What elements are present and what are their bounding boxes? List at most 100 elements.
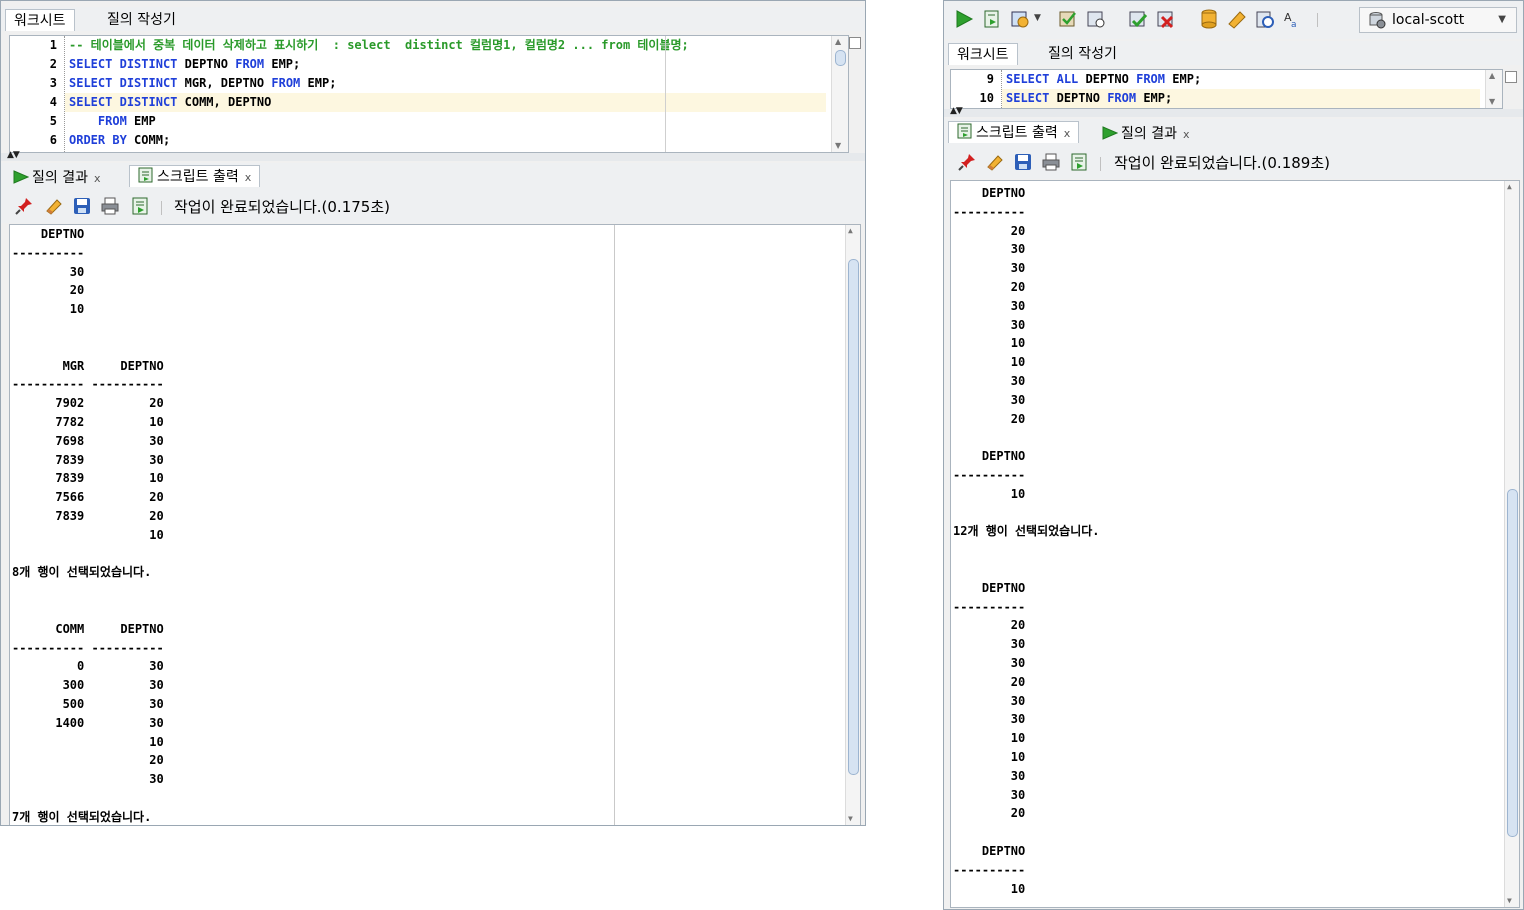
scroll-down-icon[interactable]: ▼ [1489, 97, 1495, 107]
autotrace-icon[interactable] [1128, 9, 1148, 29]
connection-select[interactable]: local-scott ▼ [1359, 7, 1517, 33]
run-script-icon[interactable] [982, 9, 1002, 29]
print-icon[interactable] [1042, 153, 1060, 171]
tab-script-output[interactable]: 스크립트 출력 x [948, 121, 1080, 143]
sql-keyword: ALL [1056, 72, 1079, 86]
save-icon[interactable] [1014, 153, 1032, 171]
pin-icon[interactable] [958, 153, 976, 171]
output-line: 30 [953, 242, 1026, 257]
scroll-up-icon[interactable]: ▲ [1507, 182, 1512, 192]
scroll-thumb[interactable] [848, 259, 859, 775]
sql-keyword: FROM [235, 57, 265, 71]
eraser-icon[interactable] [45, 197, 63, 215]
output-line: 30 [953, 374, 1026, 388]
sql-editor[interactable]: 1 2 3 4 5 6 -- 테이블에서 중복 데이터 삭제하고 표시하기 : selec… [9, 35, 849, 153]
editor-scrollbar[interactable]: ▲ ▼ [831, 36, 848, 152]
script-icon[interactable] [131, 197, 149, 215]
code-line[interactable]: FROM EMP FROM EMP [65, 112, 826, 131]
clear-icon[interactable] [1227, 9, 1247, 29]
code-line[interactable]: -- 테이블에서 중복 데이터 삭제하고 표시하기 : select disti… [65, 36, 826, 55]
output-line: 10 [953, 355, 1026, 370]
code-line[interactable]: SELECT ALL DEPTNO FROM EMP;SELECT ALL DE… [1002, 70, 1480, 89]
pane-splitter[interactable]: ▲▼ [1, 151, 865, 161]
output-toolbar: 작업이 완료되었습니다.(0.189초) [944, 147, 1523, 179]
sql-tuning-icon[interactable] [1010, 9, 1030, 29]
splitter-arrows-icon[interactable]: ▲▼ [950, 107, 963, 116]
code-line[interactable]: ORDER BY COMM;ORDER BY COMM; [65, 131, 826, 150]
editor-split-box[interactable] [1505, 71, 1517, 83]
scroll-up-icon[interactable]: ▲ [848, 226, 853, 236]
output-line: MGR DEPTNO [12, 358, 164, 373]
rollback-icon[interactable] [1086, 9, 1106, 29]
output-scrollbar[interactable]: ▲ ▼ [845, 225, 860, 825]
pane-splitter[interactable]: ▲▼ [944, 107, 1523, 117]
code-token: DEPTNO [1056, 91, 1100, 105]
close-icon[interactable]: x [245, 171, 252, 184]
scroll-down-icon[interactable]: ▼ [848, 814, 853, 824]
tab-worksheet[interactable]: 워크시트 [5, 9, 75, 31]
status-message: 작업이 완료되었습니다.(0.175초) [174, 198, 390, 216]
code-line[interactable]: SELECT DISTINCT COMM, DEPTNOSELECT DISTI… [65, 93, 826, 112]
worksheet-tabbar: 워크시트 질의 작성기 [1, 7, 865, 31]
script-output-area[interactable]: ▲ ▼ DEPTNO ---------- 20 30 30 20 30 30 1… [950, 180, 1520, 908]
svg-text:a: a [1291, 20, 1297, 29]
editor-split-box[interactable] [849, 37, 861, 49]
script-output-area[interactable]: ▲ ▼ DEPTNO ---------- 30 20 10 MGR DEPTNO… [9, 224, 861, 825]
scroll-up-icon[interactable]: ▲ [1489, 71, 1495, 81]
output-line: DEPTNO [12, 227, 85, 241]
scroll-down-icon[interactable]: ▼ [1507, 896, 1512, 906]
sql-keyword: FROM [97, 114, 127, 128]
tab-query-result[interactable]: 질의 결과 x [1094, 123, 1198, 145]
save-icon[interactable] [73, 197, 91, 215]
commit-icon[interactable] [1058, 9, 1078, 29]
code-line[interactable]: SELECT DEPTNO FROM EMP;SELECT DEPTNO FRO… [1002, 89, 1480, 108]
output-scrollbar[interactable]: ▲ ▼ [1504, 181, 1519, 907]
editor-scrollbar[interactable]: ▲ ▼ [1485, 70, 1502, 108]
tab-script-output[interactable]: 스크립트 출력 x [129, 165, 261, 187]
code-line[interactable]: SELECT DISTINCT DEPTNO FROM EMP;SELECT D… [65, 55, 826, 74]
close-icon[interactable]: x [94, 172, 101, 185]
close-icon[interactable]: x [1064, 127, 1071, 140]
output-line: 30 [12, 264, 85, 279]
run-icon[interactable] [954, 9, 974, 29]
code-area[interactable]: SELECT ALL DEPTNO FROM EMP;SELECT ALL DE… [1001, 70, 1480, 108]
output-line: DEPTNO [953, 844, 1026, 858]
print-icon[interactable] [101, 197, 119, 215]
sql-keyword: SELECT [1006, 72, 1050, 86]
history-icon[interactable] [1255, 9, 1275, 29]
sql-editor[interactable]: 910 SELECT ALL DEPTNO FROM EMP;SELECT AL… [950, 69, 1503, 109]
database-icon[interactable] [1199, 9, 1219, 29]
code-area[interactable]: -- 테이블에서 중복 데이터 삭제하고 표시하기 : select disti… [64, 36, 826, 152]
code-comment: -- 테이블에서 중복 데이터 삭제하고 표시하기 : select disti… [69, 38, 689, 52]
tab-query-builder[interactable]: 질의 작성기 [1040, 43, 1125, 65]
close-icon[interactable]: x [1183, 128, 1190, 141]
chevron-down-icon[interactable]: ▼ [1498, 8, 1506, 32]
code-line[interactable]: SELECT DISTINCT MGR, DEPTNO FROM EMP;SEL… [65, 74, 826, 93]
tab-query-result[interactable]: 질의 결과 x [5, 167, 109, 189]
scroll-up-icon[interactable]: ▲ [835, 37, 841, 47]
code-token: DEPTNO [228, 95, 272, 109]
worksheet-tabbar: 워크시트 질의 작성기 [944, 41, 1523, 65]
output-line: DEPTNO [953, 449, 1026, 464]
eraser-icon[interactable] [986, 153, 1004, 171]
script-icon[interactable] [1070, 153, 1088, 171]
code-token: ; [1193, 72, 1202, 86]
splitter-arrows-icon[interactable]: ▲▼ [7, 151, 20, 160]
format-icon[interactable]: Aa [1283, 9, 1303, 29]
tab-query-builder[interactable]: 질의 작성기 [99, 9, 184, 31]
tab-query-result-label: 질의 결과 [32, 170, 88, 186]
output-line: ---------- ---------- [12, 377, 164, 392]
pin-icon[interactable] [15, 197, 33, 215]
explain-plan-icon[interactable] [1156, 9, 1176, 29]
line-number: 5 [49, 114, 57, 128]
line-number: 4 [49, 95, 57, 109]
output-tabbar: 스크립트 출력 x 질의 결과 x [944, 119, 1523, 147]
chevron-down-icon[interactable]: ▼ [1034, 13, 1041, 23]
tab-worksheet[interactable]: 워크시트 [948, 43, 1018, 65]
scroll-thumb[interactable] [835, 50, 846, 66]
scroll-down-icon[interactable]: ▼ [835, 141, 841, 151]
scroll-thumb[interactable] [1507, 489, 1518, 837]
